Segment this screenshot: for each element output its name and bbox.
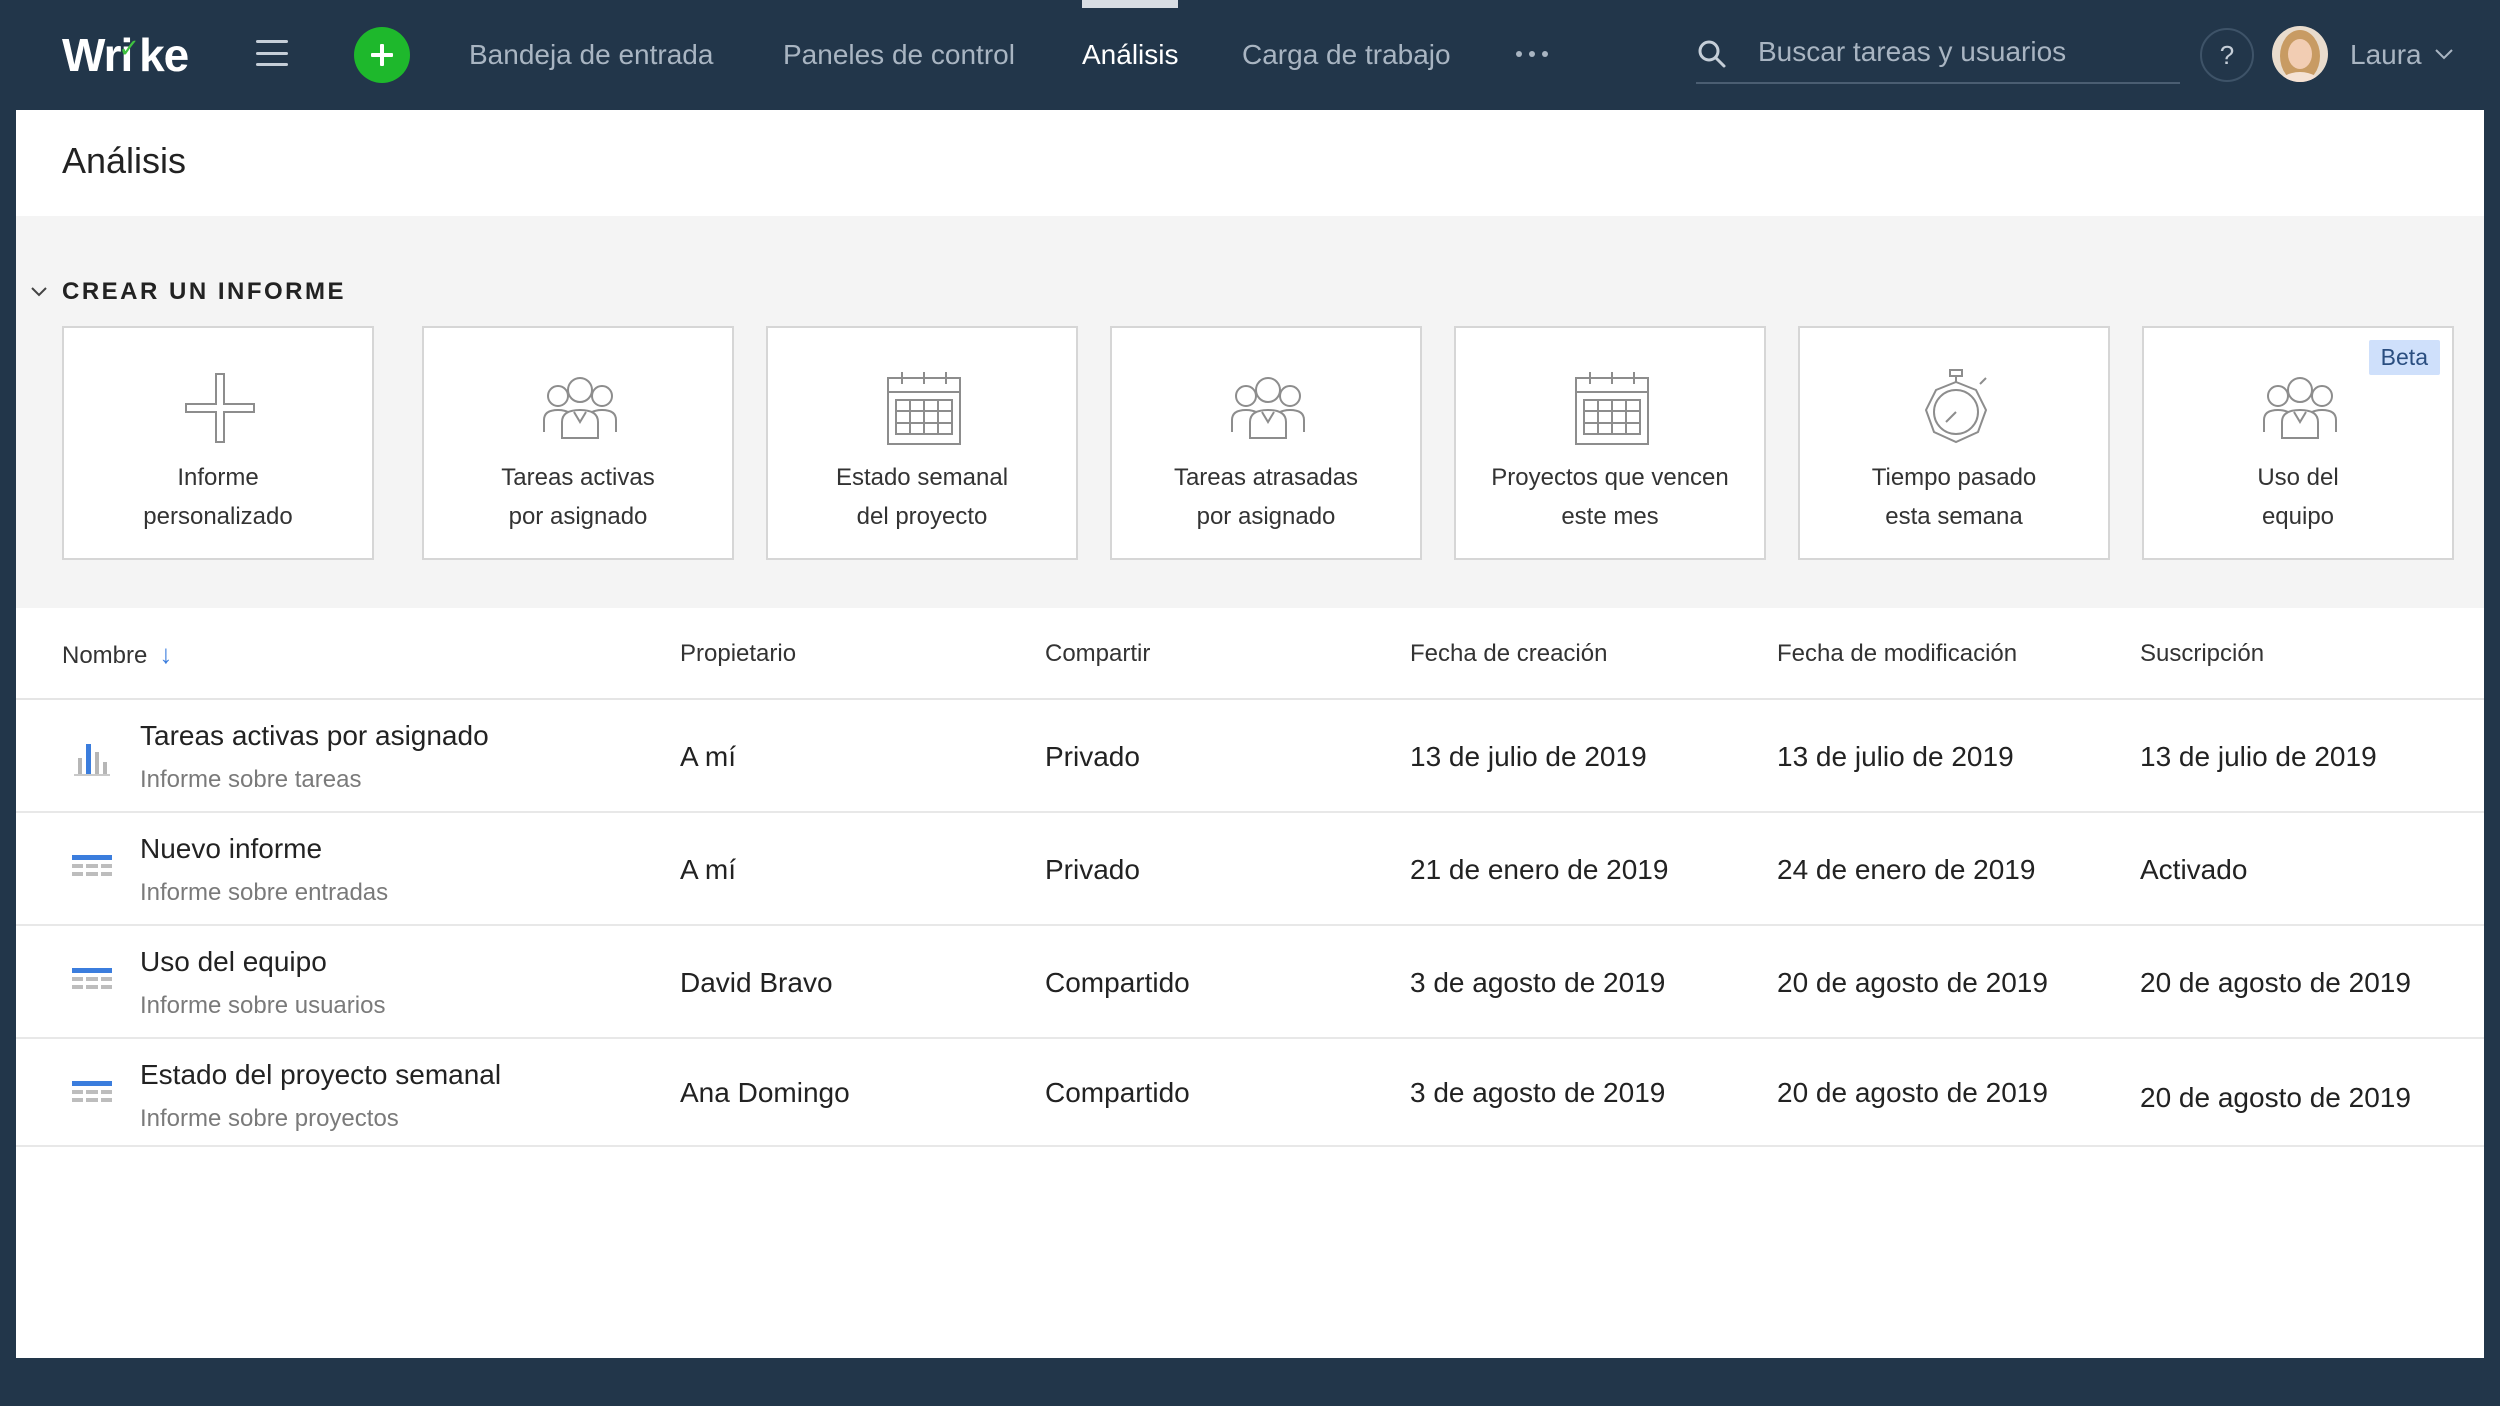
plus-icon — [185, 373, 255, 443]
main-panel: Análisis CREAR UN INFORME Informe person… — [16, 110, 2484, 1358]
card-label: Proyectos que vencen este mes — [1491, 464, 1729, 530]
card-label: Estado semanal del proyecto — [835, 464, 1009, 530]
search-box — [1696, 20, 2180, 84]
search-input[interactable] — [1758, 32, 2168, 72]
card-label: Informe personalizado — [143, 464, 293, 530]
user-name[interactable]: Laura — [2350, 0, 2422, 108]
subscription-cell: 20 de agosto de 2019 — [2140, 1082, 2411, 1113]
report-card-overdue-tasks-by-assignee[interactable]: Tareas atrasadas por asignado — [1110, 326, 1422, 560]
created-date-cell: 13 de julio de 2019 — [1410, 741, 1647, 772]
report-type: Informe sobre entradas — [140, 879, 389, 906]
report-name[interactable]: Tareas activas por asignado — [140, 720, 489, 752]
top-navigation-bar: Wri✓ke Bandeja de entrada Paneles de con… — [0, 0, 2500, 108]
table-icon — [72, 968, 112, 989]
report-name[interactable]: Uso del equipo — [140, 946, 327, 978]
team-icon — [543, 377, 617, 439]
share-cell: Privado — [1045, 854, 1140, 885]
modified-date-cell: 20 de agosto de 2019 — [1777, 967, 2048, 998]
tab-analytics[interactable]: Análisis — [1082, 0, 1179, 108]
team-icon — [2263, 377, 2337, 439]
report-type: Informe sobre usuarios — [140, 992, 386, 1019]
bar-chart-icon — [74, 744, 110, 776]
owner-cell: David Bravo — [680, 967, 833, 998]
reports-table-header: Nombre ↓ Propietario Compartir Fecha de c… — [16, 608, 2484, 700]
logo-text-end: ke — [139, 29, 189, 81]
report-name[interactable]: Estado del proyecto semanal — [140, 1059, 501, 1091]
share-cell: Privado — [1045, 741, 1140, 772]
section-label: CREAR UN INFORME — [62, 278, 346, 305]
card-label: Uso del equipo — [2257, 464, 2339, 530]
help-button[interactable]: ? — [2200, 28, 2254, 82]
team-icon — [1231, 377, 1305, 439]
tab-dashboards[interactable]: Paneles de control — [783, 0, 1015, 108]
card-label: Tiempo pasado esta semana — [1871, 464, 2037, 530]
card-label: Tareas atrasadas por asignado — [1173, 464, 1359, 530]
table-row[interactable]: Estado del proyecto semanal Informe sobr… — [16, 1039, 2484, 1147]
owner-cell: A mí — [680, 741, 737, 772]
wrike-logo[interactable]: Wri✓ke — [62, 28, 189, 82]
page-title: Análisis — [62, 140, 187, 181]
modified-date-cell: 24 de enero de 2019 — [1777, 854, 2036, 885]
column-header-name[interactable]: Nombre ↓ — [62, 608, 172, 700]
search-icon — [1698, 40, 1726, 68]
column-header-subscription[interactable]: Suscripción — [2140, 608, 2264, 700]
column-header-modified[interactable]: Fecha de modificación — [1777, 608, 2017, 700]
subscription-cell: 20 de agosto de 2019 — [2140, 967, 2411, 998]
table-icon — [72, 1081, 112, 1102]
report-card-projects-due-this-month[interactable]: Proyectos que vencen este mes — [1454, 326, 1766, 560]
share-cell: Compartido — [1045, 1077, 1190, 1108]
sort-arrow-down-icon[interactable]: ↓ — [159, 608, 172, 700]
card-label: Tareas activas por asignado — [501, 464, 655, 530]
ellipsis-icon[interactable] — [1516, 42, 1548, 66]
owner-cell: Ana Domingo — [680, 1077, 850, 1108]
subscription-cell: 13 de julio de 2019 — [2140, 741, 2377, 772]
tab-inbox[interactable]: Bandeja de entrada — [469, 0, 713, 108]
modified-date-cell: 20 de agosto de 2019 — [1777, 1077, 2048, 1108]
report-name[interactable]: Nuevo informe — [140, 833, 322, 865]
share-cell: Compartido — [1045, 967, 1190, 998]
report-card-custom[interactable]: Informe personalizado — [62, 326, 374, 560]
hamburger-menu-icon[interactable] — [256, 40, 288, 66]
calendar-icon — [887, 372, 961, 445]
table-row[interactable]: Nuevo informe Informe sobre entradas A m… — [16, 813, 2484, 926]
table-row[interactable]: Uso del equipo Informe sobre usuarios Da… — [16, 926, 2484, 1039]
calendar-icon — [1575, 372, 1649, 445]
create-new-plus-button[interactable] — [354, 27, 410, 83]
create-report-toggle[interactable]: CREAR UN INFORME — [30, 278, 346, 306]
report-type: Informe sobre proyectos — [140, 1105, 399, 1132]
created-date-cell: 3 de agosto de 2019 — [1410, 1077, 1666, 1108]
chevron-down-icon[interactable] — [2434, 48, 2454, 60]
table-icon — [72, 855, 112, 876]
chevron-down-icon — [31, 287, 47, 297]
stopwatch-icon — [1924, 369, 1988, 444]
report-type: Informe sobre tareas — [140, 766, 362, 793]
report-card-weekly-project-status[interactable]: Estado semanal del proyecto — [766, 326, 1078, 560]
tab-workload[interactable]: Carga de trabajo — [1242, 0, 1451, 108]
report-card-active-tasks-by-assignee[interactable]: Tareas activas por asignado — [422, 326, 734, 560]
beta-badge: Beta — [2368, 340, 2440, 375]
column-header-created[interactable]: Fecha de creación — [1410, 608, 1607, 700]
avatar[interactable] — [2272, 26, 2328, 82]
logo-text-start: Wr — [62, 29, 121, 81]
owner-cell: A mí — [680, 854, 737, 885]
column-header-owner[interactable]: Propietario — [680, 608, 796, 700]
create-report-section: CREAR UN INFORME Informe personalizado T… — [16, 216, 2484, 608]
report-card-team-usage[interactable]: Beta Uso del equipo — [2142, 326, 2454, 560]
modified-date-cell: 13 de julio de 2019 — [1777, 741, 2014, 772]
created-date-cell: 21 de enero de 2019 — [1410, 854, 1669, 885]
created-date-cell: 3 de agosto de 2019 — [1410, 967, 1666, 998]
report-card-time-spent-this-week[interactable]: Tiempo pasado esta semana — [1798, 326, 2110, 560]
table-row[interactable]: Tareas activas por asignado Informe sobr… — [16, 700, 2484, 813]
column-header-share[interactable]: Compartir — [1045, 608, 1150, 700]
subscription-cell: Activado — [2140, 854, 2248, 885]
logo-i-check-mark: i✓ — [118, 29, 140, 81]
